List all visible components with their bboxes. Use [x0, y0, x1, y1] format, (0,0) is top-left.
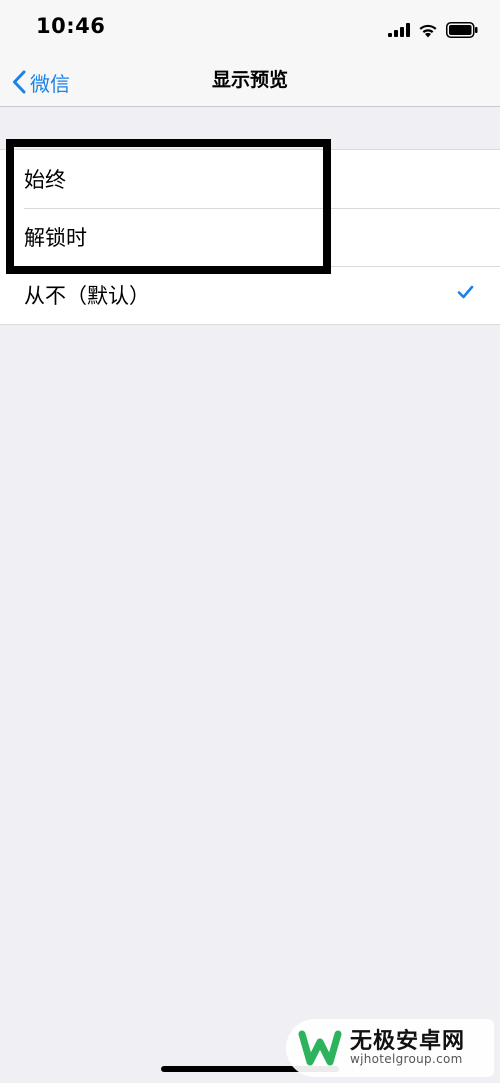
navigation-bar: 微信 显示预览 — [0, 58, 500, 107]
watermark-name: 无极安卓网 — [350, 1029, 466, 1055]
watermark-url: wjhotelgroup.com — [350, 1052, 463, 1067]
preview-options-list: 始终 解锁时 从不（默认） — [0, 149, 500, 325]
page-title: 显示预览 — [211, 69, 288, 91]
cellular-signal-icon — [388, 23, 410, 37]
option-label: 解锁时 — [24, 226, 87, 250]
back-button[interactable]: 微信 — [12, 58, 70, 106]
status-time: 10:46 — [36, 14, 106, 38]
back-button-label: 微信 — [30, 71, 70, 96]
watermark-logo-icon — [298, 1030, 342, 1066]
wifi-icon — [419, 24, 437, 37]
checkmark-icon — [457, 285, 474, 299]
option-when-unlocked[interactable]: 解锁时 — [0, 208, 500, 266]
option-always[interactable]: 始终 — [0, 150, 500, 208]
watermark: 无极安卓网 wjhotelgroup.com — [286, 1019, 494, 1077]
chevron-left-icon — [13, 70, 26, 94]
battery-icon — [446, 22, 478, 38]
option-label: 始终 — [24, 168, 66, 192]
option-label: 从不（默认） — [24, 284, 150, 308]
option-never-default[interactable]: 从不（默认） — [0, 266, 500, 324]
status-icons — [388, 20, 478, 40]
status-bar: 10:46 — [0, 0, 500, 58]
